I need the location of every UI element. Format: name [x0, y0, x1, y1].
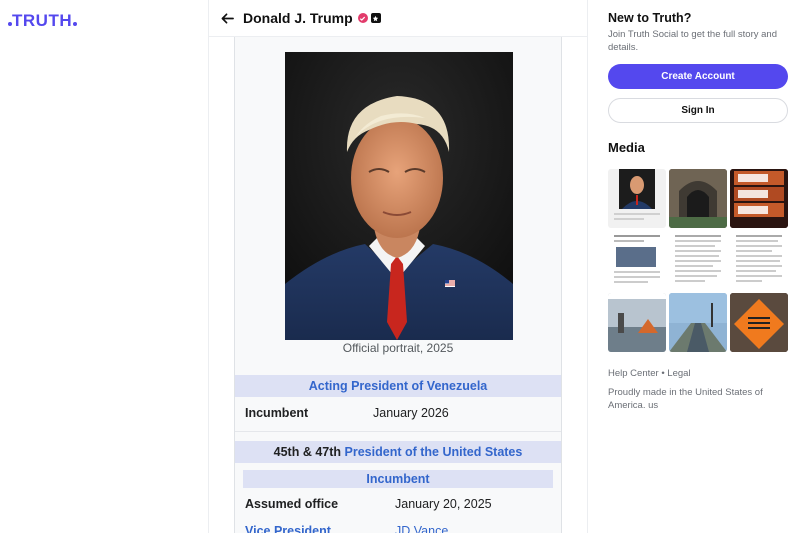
gold-badge-icon: [370, 13, 381, 23]
new-to-truth-subtitle: Join Truth Social to get the full story …: [608, 29, 777, 53]
media-thumb[interactable]: [669, 169, 727, 228]
footer-links[interactable]: Help Center • Legal: [608, 368, 691, 379]
president-us-link: President of the United States: [344, 445, 523, 459]
create-account-button[interactable]: Create Account: [608, 64, 788, 89]
right-sidebar: New to Truth? Join Truth Social to get t…: [589, 0, 800, 533]
vice-president-row: Vice President JD Vance: [245, 519, 555, 533]
logo-text: TRUTH: [12, 11, 73, 30]
incumbent-value: January 2026: [373, 406, 449, 420]
post-image[interactable]: Official portrait, 2025 Acting President…: [234, 37, 562, 533]
incumbent-label: Incumbent: [245, 406, 309, 420]
incumbent-row: Incumbent January 2026: [245, 401, 555, 425]
media-title: Media: [608, 140, 645, 155]
media-thumb[interactable]: [669, 293, 727, 352]
incumbent-subheader: Incumbent: [243, 470, 553, 488]
section-acting-president: Acting President of Venezuela: [235, 375, 561, 397]
section-president-us: 45th & 47th President of the United Stat…: [235, 441, 561, 463]
verified-icon: [357, 13, 368, 23]
media-thumb[interactable]: [669, 231, 727, 290]
new-to-truth-title: New to Truth?: [608, 11, 692, 25]
president-ordinal: 45th & 47th: [273, 445, 342, 459]
assumed-office-value: January 20, 2025: [395, 497, 492, 511]
image-caption: Official portrait, 2025: [342, 341, 454, 355]
main-column: Donald J. Trump Official portrait, 2025 …: [208, 0, 588, 533]
media-grid: [608, 169, 788, 352]
arrow-left-icon[interactable]: [221, 11, 235, 25]
profile-name[interactable]: Donald J. Trump: [243, 10, 353, 26]
vice-president-label: Vice President: [245, 524, 331, 533]
media-thumb[interactable]: [608, 231, 666, 290]
assumed-office-row: Assumed office January 20, 2025: [245, 492, 555, 516]
media-thumb[interactable]: [608, 169, 666, 228]
media-thumb[interactable]: [608, 293, 666, 352]
profile-header: Donald J. Trump: [209, 0, 587, 37]
assumed-office-label: Assumed office: [245, 497, 339, 511]
logo-dot-end: [73, 22, 78, 26]
divider: [235, 431, 561, 432]
media-thumb[interactable]: [730, 293, 788, 352]
media-thumb[interactable]: [730, 169, 788, 228]
left-rail: TRUTH: [0, 0, 208, 533]
sign-in-button[interactable]: Sign In: [608, 98, 788, 123]
vice-president-value: JD Vance: [395, 524, 449, 533]
media-thumb[interactable]: [730, 231, 788, 290]
portrait-image[interactable]: [285, 52, 513, 340]
footer-made-in: Proudly made in the United States of Ame…: [608, 387, 763, 411]
truth-logo[interactable]: TRUTH: [7, 11, 78, 31]
